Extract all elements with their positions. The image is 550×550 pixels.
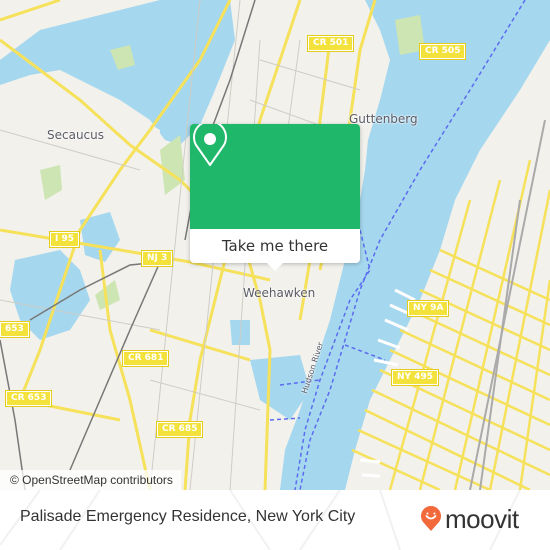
road-shield-nj3: NJ 3 (140, 250, 174, 267)
location-pin-icon (193, 124, 227, 166)
road-shield-ny495: NY 495 (391, 369, 439, 386)
popup-pointer (267, 263, 283, 271)
road-shield-cr685: CR 685 (155, 421, 204, 438)
footer-bar: Palisade Emergency Residence, New York C… (0, 490, 550, 550)
place-name: Palisade Emergency Residence, New York C… (20, 508, 356, 525)
manhattan-rail (469, 119, 546, 490)
map-view[interactable]: Secaucus Guttenberg Weehawken Hudson Riv… (0, 0, 550, 490)
road-shield-653-top: 653 (0, 321, 30, 338)
road-shield-cr505: CR 505 (418, 43, 467, 60)
moovit-pin-icon (421, 506, 441, 531)
take-me-there-button[interactable]: Take me there (190, 229, 360, 263)
road-shield-cr653: CR 653 (4, 390, 53, 407)
road-shield-ny9a: NY 9A (406, 300, 450, 317)
road-shield-cr501: CR 501 (306, 35, 355, 52)
place-label-guttenberg: Guttenberg (349, 112, 418, 126)
place-label-secaucus: Secaucus (47, 128, 105, 142)
moovit-logo[interactable]: moovit (420, 504, 519, 534)
popup-header (190, 124, 360, 229)
location-popup: Take me there (190, 124, 360, 271)
park-2 (40, 165, 62, 200)
road-shield-i95: I 95 (48, 231, 81, 248)
map-attribution[interactable]: © OpenStreetMap contributors (0, 470, 181, 490)
moovit-wordmark: moovit (445, 504, 519, 534)
road-shield-cr681: CR 681 (121, 350, 170, 367)
place-label-weehawken: Weehawken (243, 286, 316, 300)
